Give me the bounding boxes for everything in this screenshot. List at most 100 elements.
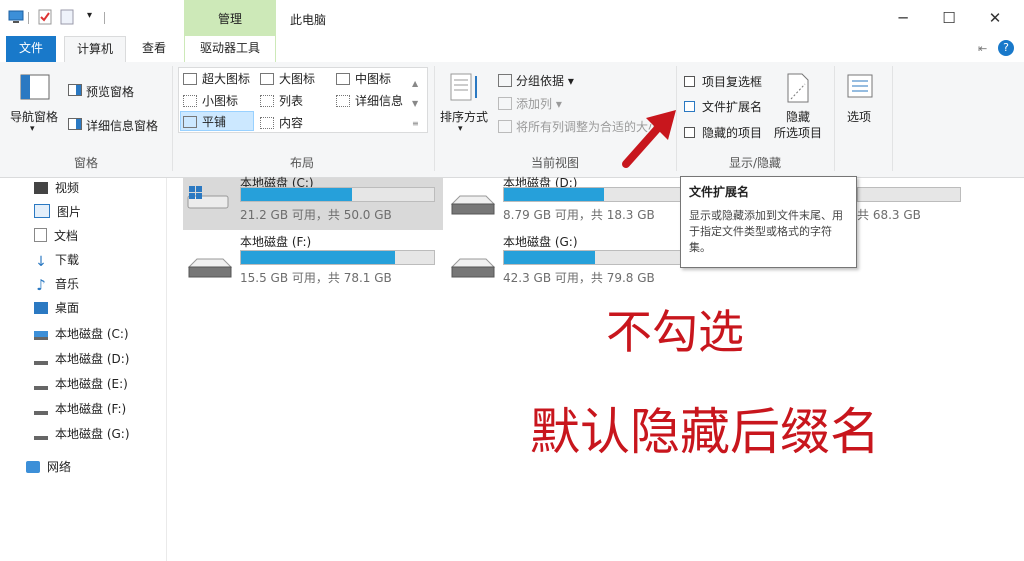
hard-drive-icon bbox=[187, 255, 233, 282]
layout-content[interactable]: 内容 bbox=[260, 114, 303, 131]
chevron-down-icon[interactable]: ▾ bbox=[30, 124, 35, 134]
layout-label: 大图标 bbox=[279, 72, 316, 86]
layout-label: 列表 bbox=[279, 94, 304, 108]
content-icon bbox=[260, 117, 274, 129]
drive-usage-bar bbox=[503, 250, 698, 265]
preview-pane-button[interactable]: 预览窗格 bbox=[86, 83, 134, 100]
hidden-items-checkbox[interactable] bbox=[684, 127, 695, 138]
medium-icons-icon bbox=[336, 73, 350, 85]
tab-drive-tools[interactable]: 驱动器工具 bbox=[184, 36, 276, 62]
selected-items-label: 所选项目 bbox=[774, 126, 823, 140]
nav-item-pictures[interactable]: 图片 bbox=[34, 202, 81, 222]
nav-item-network[interactable]: 网络 bbox=[26, 457, 71, 477]
file-extensions-checkbox[interactable] bbox=[684, 101, 695, 112]
preview-pane-icon bbox=[68, 84, 82, 99]
drive-usage-bar bbox=[503, 187, 698, 202]
properties-icon[interactable] bbox=[38, 9, 52, 28]
nav-item-music[interactable]: ♪ 音乐 bbox=[34, 274, 79, 294]
layout-extra-large[interactable]: 超大图标 bbox=[183, 70, 250, 87]
ribbon-tabs: 文件 计算机 查看 驱动器工具 ⇤ ? bbox=[0, 36, 1024, 63]
list-icon bbox=[260, 95, 274, 107]
drive-space-info: 21.2 GB 可用，共 50.0 GB bbox=[240, 208, 392, 222]
divider bbox=[892, 66, 893, 171]
options-icon bbox=[847, 74, 873, 101]
layout-list[interactable]: 列表 bbox=[260, 92, 303, 109]
windows-drive-icon bbox=[187, 184, 231, 213]
title-bar: ▾ 管理 此电脑 ─ ☐ ✕ bbox=[0, 0, 1024, 36]
layout-label: 详细信息 bbox=[355, 94, 404, 108]
minimize-button[interactable]: ─ bbox=[880, 0, 926, 36]
layout-large[interactable]: 大图标 bbox=[260, 70, 315, 87]
layout-tiles[interactable]: 平铺 bbox=[180, 111, 254, 131]
drive-space-info: 共 68.3 GB bbox=[857, 208, 921, 222]
nav-pane-button[interactable]: 导航窗格 bbox=[10, 108, 58, 125]
tab-computer[interactable]: 计算机 bbox=[64, 36, 126, 62]
drive-icon bbox=[34, 406, 48, 415]
fit-columns-icon bbox=[498, 120, 512, 133]
customize-quick-access-icon[interactable]: ▾ bbox=[87, 10, 92, 21]
nav-item-label: 音乐 bbox=[55, 277, 80, 291]
nav-item-drive-d[interactable]: 本地磁盘 (D:) bbox=[34, 349, 129, 369]
nav-item-drive-c[interactable]: 本地磁盘 (C:) bbox=[34, 324, 129, 344]
help-icon[interactable]: ? bbox=[998, 40, 1014, 56]
gallery-scroll-icon[interactable]: ▲ ▼ ≡ bbox=[412, 74, 419, 134]
nav-item-drive-e[interactable]: 本地磁盘 (E:) bbox=[34, 374, 128, 394]
tab-view[interactable]: 查看 bbox=[132, 36, 176, 62]
nav-item-label: 文档 bbox=[54, 229, 79, 243]
nav-item-drive-g[interactable]: 本地磁盘 (G:) bbox=[34, 424, 130, 444]
drive-space-info: 15.5 GB 可用，共 78.1 GB bbox=[240, 271, 392, 285]
hide-selected-icon bbox=[785, 72, 811, 107]
nav-item-documents[interactable]: 文档 bbox=[34, 226, 78, 246]
sort-by-button[interactable]: 排序方式 bbox=[440, 108, 488, 125]
system-drive-icon bbox=[34, 331, 48, 340]
group-by-button[interactable]: 分组依据 ▾ bbox=[498, 72, 574, 89]
picture-icon bbox=[34, 204, 50, 218]
item-checkboxes-checkbox[interactable] bbox=[684, 76, 695, 87]
details-pane-button[interactable]: 详细信息窗格 bbox=[86, 117, 158, 134]
hidden-items-label: 隐藏的项目 bbox=[702, 126, 763, 140]
pin-ribbon-icon[interactable]: ⇤ bbox=[978, 42, 987, 55]
computer-icon[interactable] bbox=[8, 10, 24, 24]
drive-usage-bar bbox=[857, 187, 961, 202]
layout-details[interactable]: 详细信息 bbox=[336, 92, 403, 109]
group-by-label: 分组依据 bbox=[516, 74, 565, 88]
layout-small[interactable]: 小图标 bbox=[183, 92, 238, 109]
new-folder-icon[interactable] bbox=[60, 9, 74, 28]
arrow-annotation-icon bbox=[620, 108, 680, 171]
item-checkboxes-label: 项目复选框 bbox=[702, 75, 763, 89]
nav-item-label: 本地磁盘 (C:) bbox=[55, 327, 129, 341]
ribbon-panel: 导航窗格 ▾ 预览窗格 详细信息窗格 窗格 超大图标 大图标 中图标 小图标 列… bbox=[0, 62, 1024, 178]
nav-item-label: 桌面 bbox=[55, 301, 80, 315]
options-button[interactable]: 选项 bbox=[847, 108, 871, 125]
nav-item-videos[interactable]: 视频 bbox=[34, 178, 79, 198]
sort-by-icon bbox=[450, 72, 480, 105]
maximize-button[interactable]: ☐ bbox=[926, 0, 972, 36]
tab-file[interactable]: 文件 bbox=[6, 36, 56, 62]
layout-label: 平铺 bbox=[202, 115, 227, 129]
large-icons-icon bbox=[260, 73, 274, 85]
drive-icon bbox=[34, 356, 48, 365]
drive-name: 本地磁盘 (G:) bbox=[503, 235, 578, 249]
tooltip: 文件扩展名 显示或隐藏添加到文件末尾、用于指定文件类型或格式的字符集。 bbox=[680, 176, 857, 268]
nav-item-label: 图片 bbox=[57, 205, 82, 219]
nav-item-downloads[interactable]: ↓ 下载 bbox=[34, 250, 79, 270]
download-icon: ↓ bbox=[35, 254, 47, 270]
drive-name: 本地磁盘 (F:) bbox=[240, 235, 312, 249]
file-extensions-label: 文件扩展名 bbox=[702, 100, 763, 114]
tooltip-title: 文件扩展名 bbox=[689, 185, 750, 199]
close-button[interactable]: ✕ bbox=[972, 0, 1018, 36]
nav-item-label: 本地磁盘 (D:) bbox=[55, 352, 130, 366]
tiles-icon bbox=[183, 116, 197, 128]
layout-medium[interactable]: 中图标 bbox=[336, 70, 391, 87]
layout-label: 小图标 bbox=[202, 94, 239, 108]
nav-item-drive-f[interactable]: 本地磁盘 (F:) bbox=[34, 399, 126, 419]
nav-item-desktop[interactable]: 桌面 bbox=[34, 298, 79, 318]
nav-item-label: 网络 bbox=[47, 460, 72, 474]
drive-space-info: 8.79 GB 可用，共 18.3 GB bbox=[503, 208, 655, 222]
add-column-button: 添加列 ▾ bbox=[498, 95, 562, 112]
chevron-down-icon[interactable]: ▾ bbox=[458, 124, 463, 134]
tooltip-body: 显示或隐藏添加到文件末尾、用于指定文件类型或格式的字符集。 bbox=[689, 209, 843, 254]
document-icon bbox=[34, 228, 47, 242]
drive-usage-bar bbox=[240, 250, 435, 265]
hide-button[interactable]: 隐藏 bbox=[786, 108, 810, 125]
